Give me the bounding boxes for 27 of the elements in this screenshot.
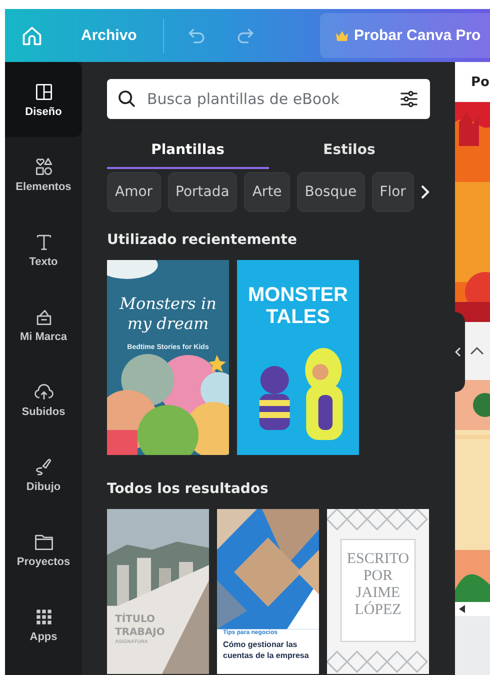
chevron-right-icon[interactable] — [420, 184, 430, 200]
chevron-up-icon[interactable] — [470, 346, 484, 356]
chevron-left-icon — [455, 347, 461, 357]
filter-chip[interactable]: Portada — [168, 172, 238, 212]
scroll-left-icon[interactable] — [459, 605, 465, 613]
cover-title: Monsters in my dream — [118, 294, 218, 334]
cover-title: TÍTULO TRABAJO — [115, 613, 166, 639]
page-tab[interactable]: Po — [455, 62, 490, 102]
search-field[interactable]: Busca plantillas de eBook — [107, 79, 430, 119]
crown-icon — [336, 30, 348, 40]
filter-icon[interactable] — [398, 88, 420, 110]
sidebar-item[interactable]: Diseño — [5, 62, 82, 137]
tab[interactable]: Plantillas — [107, 133, 268, 169]
filter-chip[interactable]: Arte — [244, 172, 290, 212]
collapse-handle[interactable] — [455, 312, 465, 392]
search-icon — [117, 89, 137, 109]
cover-title: MONSTER TALES — [247, 284, 349, 328]
tab[interactable]: Estilos — [268, 133, 430, 169]
filter-chip[interactable]: Amor — [107, 172, 161, 212]
cover-title: Cómo gestionar las cuentas de la empresa — [223, 639, 310, 661]
try-pro-button[interactable]: Probar Canva Pro — [320, 13, 490, 58]
section-heading: Todos los resultados — [107, 481, 270, 497]
section-heading: Utilizado recientemente — [107, 232, 298, 248]
filter-chip[interactable]: Flor — [372, 172, 414, 212]
filter-chip[interactable]: Bosque — [296, 172, 365, 212]
home-icon[interactable] — [21, 24, 43, 46]
cover-title: ESCRITO POR JAIME LÓPEZ — [346, 551, 410, 619]
